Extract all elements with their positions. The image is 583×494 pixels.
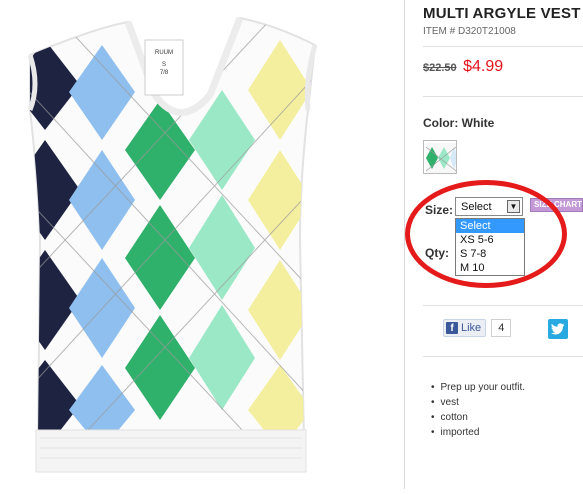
highlight-circle bbox=[405, 180, 567, 288]
description-item: cotton bbox=[431, 410, 525, 425]
divider bbox=[423, 356, 583, 357]
divider bbox=[423, 96, 583, 97]
swatch-argyle-icon bbox=[425, 143, 456, 173]
divider bbox=[423, 305, 583, 306]
twitter-icon[interactable] bbox=[548, 319, 568, 339]
description-item: vest bbox=[431, 395, 525, 410]
like-count: 4 bbox=[491, 319, 512, 337]
price-row: $22.50 $4.99 bbox=[423, 58, 503, 76]
like-label: Like bbox=[461, 322, 482, 334]
tag-brand-text: RUUM bbox=[155, 50, 173, 56]
tag-size-num-text: 7/8 bbox=[160, 70, 169, 76]
product-image: RUUM S 7/8 bbox=[0, 0, 404, 489]
tag-size-text: S bbox=[162, 62, 166, 68]
color-swatch-white[interactable] bbox=[423, 140, 457, 174]
facebook-like-button[interactable]: f Like bbox=[443, 319, 487, 337]
original-price: $22.50 bbox=[423, 62, 457, 74]
product-title: MULTI ARGYLE VEST bbox=[423, 5, 581, 22]
facebook-like-widget: f Like 4 bbox=[443, 318, 512, 338]
item-number: ITEM # D320T21008 bbox=[423, 26, 516, 37]
description-item: imported bbox=[431, 425, 525, 440]
sale-price: $4.99 bbox=[463, 58, 504, 75]
argyle-vest-image: RUUM S 7/8 bbox=[27, 16, 318, 473]
product-description-list: Prep up your outfit. vest cotton importe… bbox=[431, 380, 526, 440]
divider bbox=[423, 46, 583, 47]
color-label: Color: White bbox=[423, 116, 495, 130]
photo-divider bbox=[404, 0, 405, 489]
description-item: Prep up your outfit. bbox=[431, 380, 526, 395]
facebook-icon: f bbox=[446, 322, 458, 334]
